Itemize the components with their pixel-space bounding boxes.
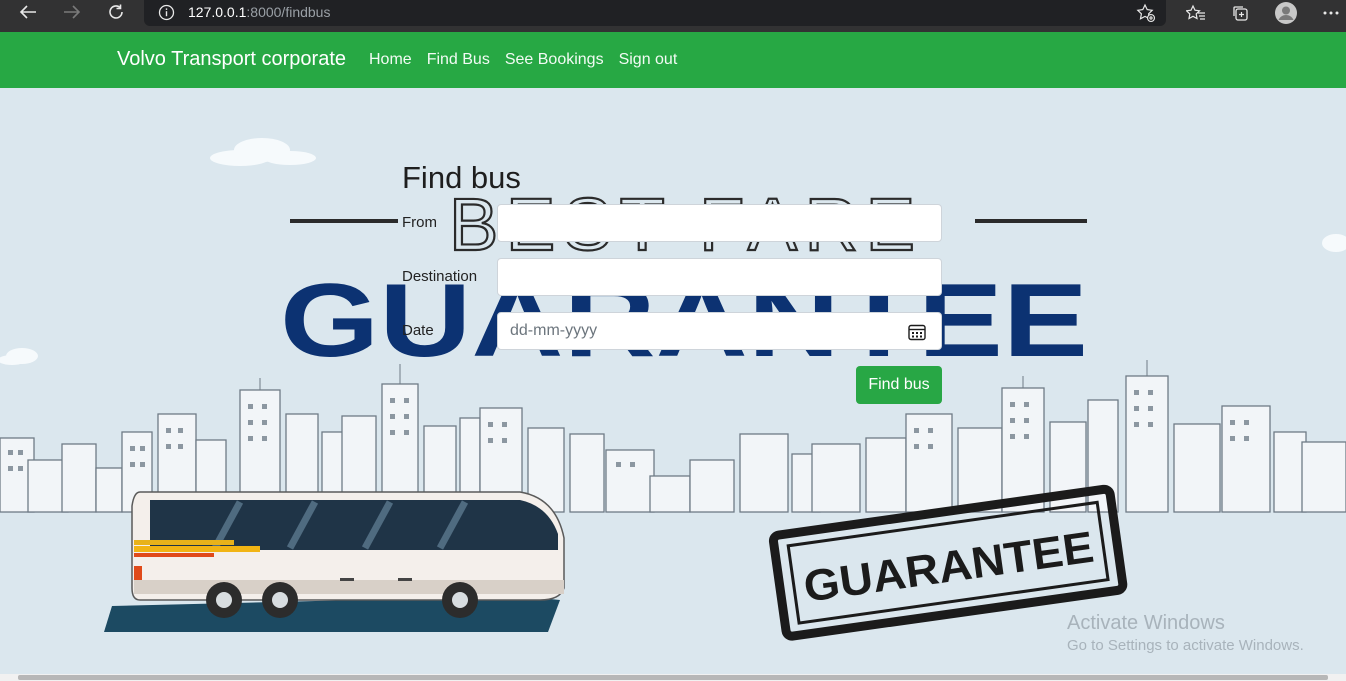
from-row: From xyxy=(402,204,942,242)
collections-icon[interactable] xyxy=(1225,1,1255,25)
date-input[interactable]: dd-mm-yyyy xyxy=(497,312,942,350)
url-text: 127.0.0.1:8000/findbus xyxy=(188,4,331,20)
date-row: Date dd-mm-yyyy xyxy=(402,312,942,350)
brand-link[interactable]: Volvo Transport corporate xyxy=(117,48,346,71)
calendar-icon[interactable] xyxy=(908,323,926,346)
profile-avatar-icon[interactable] xyxy=(1271,1,1301,25)
form-title: Find bus xyxy=(402,160,521,195)
favorites-icon[interactable] xyxy=(1181,1,1211,25)
horizontal-scrollbar[interactable] xyxy=(0,674,1346,681)
activate-windows-subtitle: Go to Settings to activate Windows. xyxy=(1067,637,1304,654)
background-illustration: BEST FARE GUARANTEE xyxy=(0,88,1346,674)
address-bar[interactable]: 127.0.0.1:8000/findbus xyxy=(144,0,1166,26)
more-menu-icon[interactable] xyxy=(1316,1,1346,25)
find-bus-button[interactable]: Find bus xyxy=(856,366,942,404)
nav-links: Home Find Bus See Bookings Sign out xyxy=(369,51,677,69)
from-input[interactable] xyxy=(497,204,942,242)
site-info-icon[interactable] xyxy=(158,4,175,21)
from-label: From xyxy=(402,214,437,231)
scrollbar-thumb[interactable] xyxy=(18,675,1328,680)
nav-home-link[interactable]: Home xyxy=(369,51,412,69)
app-navbar: Volvo Transport corporate Home Find Bus … xyxy=(0,32,1346,88)
date-placeholder: dd-mm-yyyy xyxy=(510,322,598,339)
destination-label: Destination xyxy=(402,268,478,285)
reload-icon[interactable] xyxy=(102,0,130,24)
destination-row: Destination xyxy=(402,258,942,296)
nav-see-bookings-link[interactable]: See Bookings xyxy=(505,51,604,69)
date-label: Date xyxy=(402,322,434,339)
nav-sign-out-link[interactable]: Sign out xyxy=(619,51,678,69)
add-favorite-icon[interactable] xyxy=(1136,3,1156,23)
bus-illustration xyxy=(104,491,565,632)
destination-input[interactable] xyxy=(497,258,942,296)
forward-icon[interactable] xyxy=(58,0,86,24)
activate-windows-title: Activate Windows xyxy=(1067,612,1225,634)
nav-find-bus-link[interactable]: Find Bus xyxy=(427,51,490,69)
browser-toolbar: 127.0.0.1:8000/findbus xyxy=(0,0,1346,32)
back-icon[interactable] xyxy=(14,0,42,24)
